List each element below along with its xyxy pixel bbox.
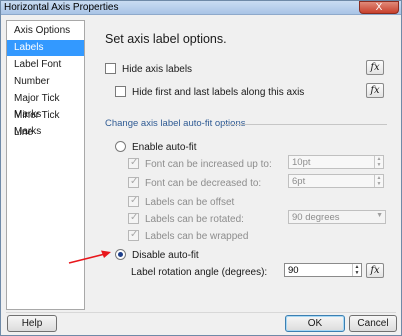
spin-down-icon[interactable]: ▼	[375, 162, 383, 168]
fx-icon: fx	[370, 265, 380, 276]
sidebar-item-label: Number	[14, 76, 50, 87]
font-increase-checkbox[interactable]: ✓	[128, 157, 139, 169]
disable-autofit-label: Disable auto-fit	[132, 250, 199, 261]
sidebar-item-minor-tick-marks[interactable]: Minor Tick Marks	[7, 108, 84, 137]
hide-first-last-fx-button[interactable]: fx	[366, 83, 384, 98]
labels-rotated-label: Labels can be rotated:	[145, 214, 244, 225]
labels-rotated-value: 90 degrees	[292, 212, 340, 223]
dialog-window: Horizontal Axis Properties X Axis Option…	[0, 0, 402, 336]
sidebar-item-line[interactable]: Line	[7, 125, 84, 141]
checkmark-icon: ✓	[130, 212, 139, 223]
labels-offset-label: Labels can be offset	[145, 197, 235, 208]
title-bar-background	[151, 1, 361, 14]
sidebar-item-label: Axis Options	[14, 25, 71, 36]
dropdown-arrow-icon: ▼	[376, 212, 383, 219]
rotation-angle-value: 90	[288, 265, 299, 276]
checkmark-icon: ✓	[130, 229, 139, 240]
rotation-angle-spinner[interactable]: 90 ▲ ▼	[284, 263, 362, 277]
font-decrease-value: 6pt	[292, 176, 306, 187]
enable-autofit-label: Enable auto-fit	[132, 142, 197, 153]
red-arrow-icon	[68, 250, 111, 264]
checkmark-icon: ✓	[130, 176, 139, 187]
hide-axis-labels-label: Hide axis labels	[122, 64, 193, 75]
checkmark-icon: ✓	[130, 157, 139, 168]
labels-rotated-select[interactable]: 90 degrees ▼	[288, 210, 386, 224]
hide-axis-labels-fx-button[interactable]: fx	[366, 60, 384, 75]
rotation-angle-fx-button[interactable]: fx	[366, 263, 384, 278]
hide-axis-labels-row: Hide axis labels	[105, 63, 192, 76]
title-bar: Horizontal Axis Properties X	[1, 1, 401, 15]
labels-offset-checkbox[interactable]: ✓	[128, 195, 139, 207]
labels-offset-row: ✓ Labels can be offset	[128, 195, 235, 209]
rotation-angle-label: Label rotation angle (degrees):	[131, 267, 268, 278]
font-increase-label: Font can be increased up to:	[145, 159, 272, 170]
labels-wrapped-label: Labels can be wrapped	[145, 231, 249, 242]
section-divider	[223, 124, 387, 125]
labels-rotated-checkbox[interactable]: ✓	[128, 212, 139, 224]
cancel-button[interactable]: Cancel	[349, 315, 397, 332]
labels-wrapped-row: ✓ Labels can be wrapped	[128, 229, 249, 243]
fx-icon: fx	[370, 62, 380, 73]
hide-axis-labels-checkbox[interactable]	[105, 63, 116, 74]
spin-down-icon[interactable]: ▼	[375, 181, 383, 187]
sidebar-item-labels[interactable]: Labels	[7, 40, 84, 56]
sidebar-item-label: Labels	[14, 42, 44, 53]
fx-icon: fx	[370, 85, 380, 96]
spin-down-icon[interactable]: ▼	[353, 270, 361, 276]
close-button[interactable]: X	[359, 1, 399, 14]
font-increase-row: ✓ Font can be increased up to:	[128, 157, 272, 171]
hide-first-last-row: Hide first and last labels along this ax…	[115, 86, 304, 99]
sidebar-item-number[interactable]: Number	[7, 74, 84, 90]
enable-autofit-radio[interactable]	[115, 141, 126, 152]
labels-rotated-row: ✓ Labels can be rotated:	[128, 212, 244, 226]
sidebar-item-label-font[interactable]: Label Font	[7, 57, 84, 73]
font-increase-spinner[interactable]: 10pt ▲ ▼	[288, 155, 384, 169]
font-decrease-checkbox[interactable]: ✓	[128, 176, 139, 188]
font-increase-value: 10pt	[292, 157, 311, 168]
sidebar-item-label: Line	[14, 127, 33, 138]
window-title: Horizontal Axis Properties	[4, 2, 119, 13]
labels-wrapped-checkbox[interactable]: ✓	[128, 229, 139, 241]
hide-first-last-label: Hide first and last labels along this ax…	[132, 87, 305, 98]
hide-first-last-checkbox[interactable]	[115, 86, 126, 97]
help-button[interactable]: Help	[7, 315, 57, 332]
disable-autofit-row: Disable auto-fit	[115, 249, 199, 262]
sidebar-item-axis-options[interactable]: Axis Options	[7, 23, 84, 39]
font-decrease-spinner[interactable]: 6pt ▲ ▼	[288, 174, 384, 188]
checkmark-icon: ✓	[130, 195, 139, 206]
close-icon: X	[375, 2, 383, 13]
radio-dot-icon	[118, 252, 123, 257]
font-decrease-row: ✓ Font can be decreased to:	[128, 176, 262, 190]
ok-button[interactable]: OK	[285, 315, 345, 332]
font-decrease-label: Font can be decreased to:	[145, 178, 262, 189]
footer-divider	[6, 312, 396, 313]
sidebar-item-major-tick-marks[interactable]: Major Tick Marks	[7, 91, 84, 120]
sidebar-item-label: Label Font	[14, 59, 62, 70]
page-heading: Set axis label options.	[105, 32, 227, 46]
enable-autofit-row: Enable auto-fit	[115, 141, 197, 154]
